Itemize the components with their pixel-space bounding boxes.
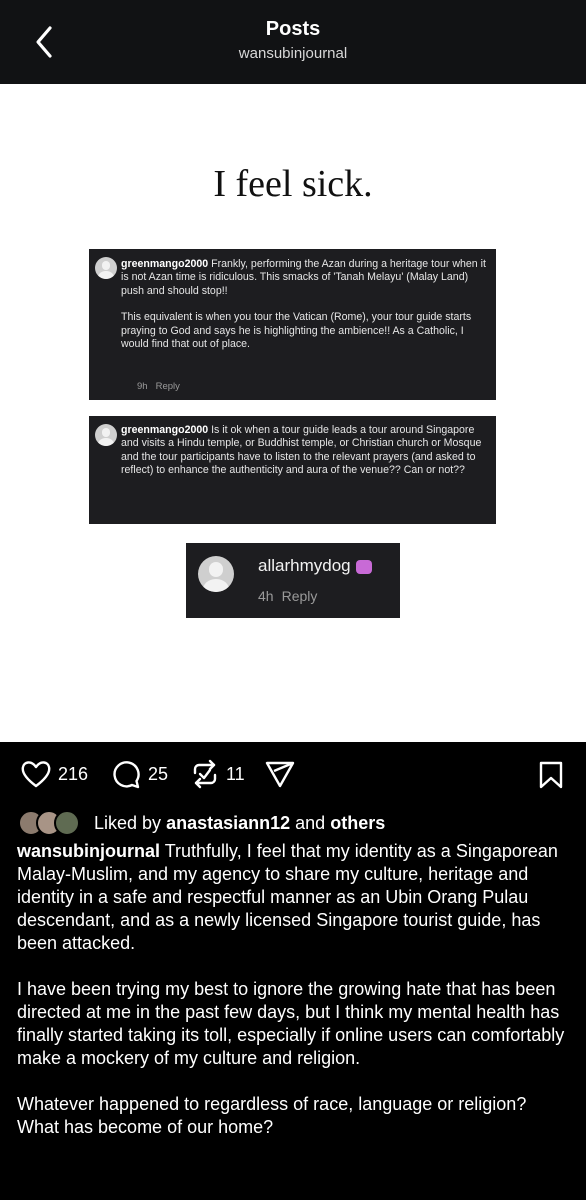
like-count: 216	[58, 763, 89, 784]
comment-username: greenmango2000	[121, 258, 209, 270]
top-bar: Posts wansubinjournal	[0, 0, 586, 84]
comment-meta: 9h Reply	[137, 381, 188, 392]
save-button[interactable]	[538, 760, 564, 790]
caption-line: Whatever happened to regardless of race,…	[17, 1094, 527, 1114]
liker-avatar	[54, 810, 80, 836]
smiling-devil-emoji-icon	[355, 559, 372, 574]
comment-count: 25	[148, 763, 169, 784]
page-subtitle-username[interactable]: wansubinjournal	[0, 45, 586, 62]
comment-meta: 4h Reply	[258, 588, 325, 604]
like-button[interactable]: 216	[20, 759, 88, 789]
comment-text: greenmango2000 Is it ok when a tour guid…	[121, 424, 493, 491]
liked-by-row[interactable]: Liked by anastasiann12 and others	[18, 810, 385, 836]
comment-reply: Reply	[281, 588, 318, 604]
avatar	[95, 257, 117, 279]
screenshot-comment-3: allarhmydog 4h Reply	[186, 543, 400, 618]
comment-bubble-icon	[113, 761, 140, 789]
comment-button[interactable]: 25	[110, 759, 168, 789]
screenshot-comment-1: greenmango2000 Frankly, performing the A…	[89, 249, 496, 400]
comment-time: 4h	[258, 588, 274, 604]
post-headline: I feel sick.	[213, 163, 373, 205]
liked-by-others[interactable]: others	[330, 813, 385, 833]
send-icon	[265, 761, 295, 788]
caption-author[interactable]: wansubinjournal	[17, 841, 160, 861]
repost-button[interactable]: 11	[190, 759, 245, 789]
liked-by-prefix: Liked by	[94, 812, 162, 833]
comment-username: greenmango2000	[121, 424, 209, 436]
caption-line: What has become of our home?	[17, 1117, 274, 1137]
liked-by-and: and	[295, 812, 326, 833]
heart-icon	[21, 761, 51, 788]
bookmark-icon	[539, 761, 563, 789]
avatar	[198, 556, 234, 592]
comment-reply: Reply	[155, 381, 180, 392]
repost-icon	[193, 759, 217, 789]
screenshot-comment-2: greenmango2000 Is it ok when a tour guid…	[89, 416, 496, 524]
comment-username: allarhmydog	[258, 556, 372, 576]
comment-text: greenmango2000 Frankly, performing the A…	[121, 258, 491, 364]
post-caption: wansubinjournal Truthfully, I feel that …	[17, 840, 573, 1139]
liked-by-user[interactable]: anastasiann12	[166, 813, 290, 833]
repost-count: 11	[226, 763, 245, 784]
page-title: Posts	[265, 18, 321, 40]
liked-by-text: Liked by anastasiann12 and others	[94, 813, 385, 834]
comment-time: 9h	[137, 381, 148, 392]
comment-paragraph: This equivalent is when you tour the Vat…	[121, 311, 472, 351]
share-button[interactable]	[264, 759, 296, 789]
post-image[interactable]: I feel sick. greenmango2000 Frankly, per…	[0, 84, 586, 742]
caption-paragraph: I have been trying my best to ignore the…	[17, 979, 565, 1068]
action-bar: 216 25 11	[0, 756, 586, 796]
avatar	[95, 424, 117, 446]
comment-username-text: allarhmydog	[258, 556, 351, 575]
